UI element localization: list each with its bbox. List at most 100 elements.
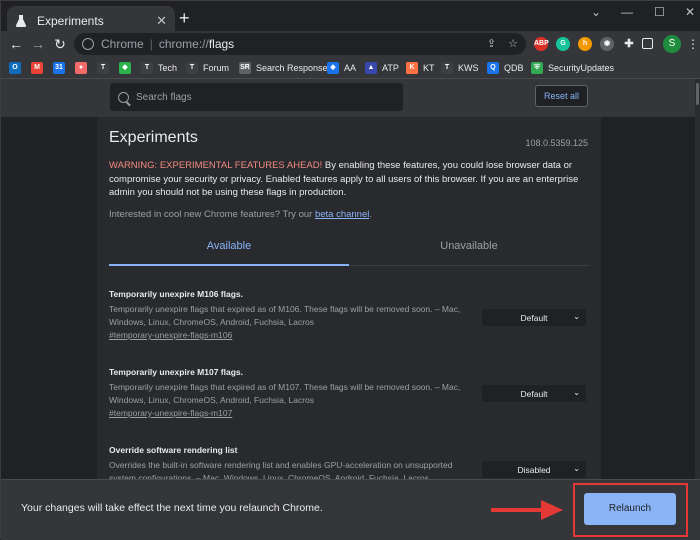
bookmark-label: Tech (158, 63, 178, 73)
reload-button[interactable]: ↻ (52, 35, 68, 53)
page-title: Experiments (109, 129, 198, 146)
warning-text: WARNING: EXPERIMENTAL FEATURES AHEAD! By… (109, 159, 589, 200)
new-tab-button[interactable]: + (179, 9, 190, 27)
tab-close-icon[interactable]: ✕ (156, 13, 167, 29)
search-response-icon: SR (239, 62, 251, 74)
bookmark-item[interactable]: T Tech (141, 60, 177, 76)
bookmark-item[interactable]: ▲ ATP (365, 60, 399, 76)
flag-description: Temporarily unexpire flags that expired … (109, 304, 461, 327)
page-scrollbar[interactable] (695, 79, 700, 479)
experiments-panel: Experiments 108.0.5359.125 WARNING: EXPE… (97, 117, 601, 479)
bookmark-item[interactable]: ◈ AA (327, 60, 356, 76)
back-button[interactable]: ← (8, 35, 24, 53)
relaunch-bar: Your changes will take effect the next t… (1, 479, 700, 540)
beta-note-text: Interested in cool new Chrome features? … (109, 209, 315, 220)
bookmark-item[interactable]: SR Search Response (239, 60, 328, 76)
share-icon[interactable]: ⇪ (487, 37, 496, 50)
search-box[interactable] (110, 83, 403, 111)
bookmark-label: AA (344, 63, 357, 73)
bookmark-item[interactable]: ◆ (119, 60, 136, 76)
bookmark-item[interactable]: ⛨ SecurityUpdates (531, 60, 614, 76)
profile-avatar[interactable]: S (663, 35, 681, 53)
browser-window: Experiments ✕ + ⌄ — ☐ ✕ ← → ↻ Chrome | c… (0, 0, 700, 540)
flag-name: Temporarily unexpire M107 flags. (109, 367, 243, 377)
flag-item: Temporarily unexpire M106 flags. Tempora… (109, 289, 589, 340)
bookmark-star-icon[interactable]: ☆ (508, 37, 518, 50)
bookmark-item[interactable]: M (31, 60, 48, 76)
outlook-icon: O (9, 62, 21, 74)
url-separator: | (149, 37, 153, 51)
bookmark-item[interactable]: K KT (406, 60, 435, 76)
warning-heading: WARNING: EXPERIMENTAL FEATURES AHEAD! (109, 160, 323, 171)
tech-icon: T (97, 62, 109, 74)
search-icon (118, 91, 129, 103)
flag-state-select[interactable]: Default ⌄ (482, 309, 586, 326)
calendar-icon: 31 (53, 62, 65, 74)
tab-unavailable[interactable]: Unavailable (349, 229, 589, 266)
tab-available[interactable]: Available (109, 229, 349, 266)
flag-state-value: Default (520, 388, 548, 399)
bookmark-item[interactable]: 31 (53, 60, 70, 76)
toolbar: ← → ↻ Chrome | chrome:// flags ⇪ ☆ ABP G… (1, 31, 700, 57)
reset-all-button[interactable]: Reset all (535, 85, 588, 107)
omnibox-actions: ⇪ ☆ (487, 37, 518, 50)
aa-icon: ◈ (327, 62, 339, 74)
bookmark-label: KT (423, 63, 435, 73)
bookmark-label: QDB (504, 63, 524, 73)
tab-strip: Experiments ✕ + ⌄ — ☐ ✕ (1, 1, 700, 35)
flag-anchor-link[interactable]: #temporary-unexpire-flags-m106 (109, 330, 589, 340)
arrow-annotation-icon (491, 500, 563, 520)
beta-note-end: . (369, 209, 372, 220)
flag-description: Temporarily unexpire flags that expired … (109, 382, 461, 405)
relaunch-message: Your changes will take effect the next t… (21, 502, 323, 514)
gmail-icon: M (31, 62, 43, 74)
honey-extension-icon[interactable]: h (578, 37, 592, 51)
url-path: flags (208, 37, 235, 51)
kt-icon: K (406, 62, 418, 74)
flag-anchor-link[interactable]: #temporary-unexpire-flags-m107 (109, 408, 589, 418)
kws-icon: T (441, 62, 453, 74)
relaunch-button[interactable]: Relaunch (584, 493, 676, 525)
forward-button[interactable]: → (30, 35, 46, 53)
qdb-icon: Q (487, 62, 499, 74)
adblock-extension-icon[interactable]: ABP (534, 37, 549, 51)
bookmark-item[interactable]: ● (75, 60, 92, 76)
grammarly-extension-icon[interactable]: G (556, 37, 570, 51)
scrollbar-thumb[interactable] (696, 83, 699, 105)
search-flags-input[interactable] (136, 91, 386, 103)
menu-kebab-icon[interactable]: ⋮ (685, 35, 700, 53)
feedly-icon: ◆ (119, 62, 131, 74)
side-panel-icon[interactable] (642, 38, 653, 49)
bookmark-label: SecurityUpdates (548, 63, 615, 73)
puzzle-extensions-icon[interactable]: ✚ (622, 37, 636, 51)
minimize-button[interactable]: — (621, 5, 633, 19)
chevron-down-icon: ⌄ (573, 388, 580, 397)
beta-channel-link[interactable]: beta channel (315, 209, 369, 220)
flag-name: Override software rendering list (109, 445, 238, 455)
bookmark-item[interactable]: T (97, 60, 114, 76)
flags-page: Reset all Experiments 108.0.5359.125 WAR… (1, 79, 695, 479)
flag-item: Temporarily unexpire M107 flags. Tempora… (109, 367, 589, 418)
flag-state-select[interactable]: Disabled ⌄ (482, 461, 586, 478)
site-label: Chrome (101, 37, 144, 51)
address-bar[interactable]: Chrome | chrome:// flags ⇪ ☆ (74, 33, 526, 55)
version-label: 108.0.5359.125 (525, 138, 588, 148)
tab-search-chevron-icon[interactable]: ⌄ (591, 5, 601, 19)
bookmark-item[interactable]: T KWS (441, 60, 479, 76)
atp-icon: ▲ (365, 62, 377, 74)
maximize-button[interactable]: ☐ (654, 5, 665, 19)
bookmark-item[interactable]: O (9, 60, 26, 76)
asana-icon: ● (75, 62, 87, 74)
flag-state-select[interactable]: Default ⌄ (482, 385, 586, 402)
bookmarks-bar: O M 31 ● T ◆ T Tech T Forum SR Search Response ◈ AA ▲ A… (1, 57, 700, 79)
beta-channel-note: Interested in cool new Chrome features? … (109, 209, 372, 220)
flags-header: Reset all (1, 79, 695, 117)
bookmark-label: Forum (203, 63, 230, 73)
camera-extension-icon[interactable]: ◉ (600, 37, 614, 51)
bookmark-item[interactable]: Q QDB (487, 60, 524, 76)
flag-state-value: Disabled (517, 464, 551, 475)
availability-tabs: Available Unavailable (109, 229, 589, 266)
bookmark-item[interactable]: T Forum (186, 60, 229, 76)
flask-icon (15, 14, 29, 28)
close-window-button[interactable]: ✕ (685, 5, 695, 19)
